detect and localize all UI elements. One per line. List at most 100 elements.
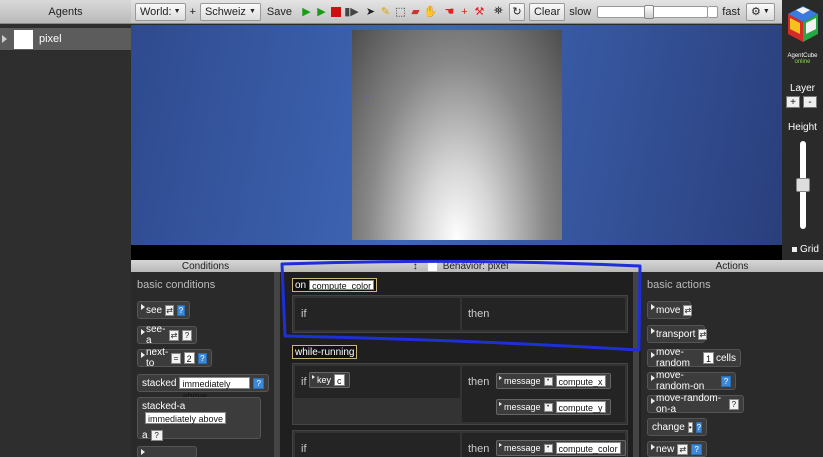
- action-transport[interactable]: transport ⇄: [647, 325, 708, 343]
- speed-slider[interactable]: [597, 4, 709, 19]
- toolbar: World: ▼ + Schweiz ▼ Save ▶ ▶ ▮▶ ➤ ✎ ⬚ ▰ ✋…: [131, 0, 782, 24]
- stop-icon[interactable]: [330, 4, 343, 20]
- pencil-icon[interactable]: ✎: [379, 4, 392, 20]
- agent-item-pixel[interactable]: pixel: [0, 28, 131, 50]
- condition-see-a[interactable]: see-a ⇄ ?: [137, 324, 197, 346]
- behavior-scrollbar[interactable]: [633, 272, 639, 457]
- arrows-icon[interactable]: ⇄: [683, 304, 693, 316]
- arrows-icon[interactable]: ⇄: [677, 443, 689, 455]
- move-random-cells[interactable]: 1: [702, 352, 714, 364]
- agent-picker-icon[interactable]: ?: [176, 304, 185, 316]
- step-forward-icon[interactable]: ▮▶: [344, 4, 359, 20]
- rule-3-then[interactable]: then message • compute_color: [462, 433, 626, 457]
- clear-button[interactable]: Clear: [528, 2, 566, 21]
- grid-checkbox[interactable]: [792, 247, 797, 252]
- condition-stacked-a[interactable]: stacked-a immediately above a ?: [137, 397, 261, 441]
- rule-2-if[interactable]: if key c: [295, 366, 460, 398]
- message-name[interactable]: compute_color: [555, 442, 621, 454]
- condition-next-to[interactable]: next-to = 2 ?: [137, 347, 212, 369]
- crosshair-icon[interactable]: +: [458, 4, 471, 20]
- speed-slider-ext[interactable]: [708, 5, 719, 18]
- next-to-count[interactable]: 2: [183, 352, 195, 364]
- drag-hand-icon[interactable]: ✋: [424, 4, 438, 20]
- action-change[interactable]: change • ?: [647, 418, 707, 436]
- arrow-cursor-icon[interactable]: ➤: [364, 4, 377, 20]
- action-move-random[interactable]: move-random 1 cells: [647, 347, 741, 369]
- method-label-compute-color[interactable]: on compute_color: [292, 278, 378, 292]
- arrows-icon[interactable]: ⇄: [165, 304, 174, 316]
- height-slider[interactable]: [796, 141, 810, 229]
- agentcube-app: Agents pixel World: ▼ + Schweiz ▼ Save ▶ ▶…: [0, 0, 823, 457]
- hand-point-icon[interactable]: ☚: [443, 4, 456, 20]
- action-move-random-on-a[interactable]: move-random-on-a ?: [647, 393, 744, 415]
- condition-key[interactable]: key c: [309, 372, 350, 388]
- condition-partial[interactable]: [137, 446, 197, 457]
- agent-picker-icon[interactable]: ?: [182, 329, 192, 341]
- world-board[interactable]: [352, 30, 562, 240]
- condition-stacked[interactable]: stacked immediately above ?: [137, 374, 269, 401]
- method-name-field[interactable]: compute_color: [309, 280, 375, 291]
- rule-2-then[interactable]: then message • compute_x message • compu…: [462, 366, 625, 422]
- speed-slider-knob[interactable]: [644, 4, 655, 19]
- message-name[interactable]: compute_x: [555, 375, 606, 387]
- step-back-icon[interactable]: ▶: [300, 4, 313, 20]
- world-name-select[interactable]: Schweiz ▼: [199, 2, 261, 21]
- layer-remove-button[interactable]: -: [803, 96, 817, 108]
- recipient-self-icon[interactable]: •: [543, 402, 553, 412]
- recipient-self-icon[interactable]: •: [543, 376, 553, 386]
- action-new[interactable]: new ⇄ ?: [647, 441, 707, 457]
- grid-toggle[interactable]: Grid: [792, 244, 819, 255]
- camera-icon[interactable]: ⛯: [492, 4, 505, 20]
- stacked-position[interactable]: immediately above: [179, 377, 251, 401]
- key-value[interactable]: c: [334, 374, 345, 386]
- recipient-self-icon[interactable]: •: [687, 421, 693, 433]
- equals-operator-icon[interactable]: =: [171, 352, 181, 364]
- world-menu-button[interactable]: World: ▼: [135, 2, 186, 21]
- agent-label: pixel: [39, 33, 62, 45]
- reset-icon[interactable]: ↻: [508, 2, 525, 21]
- layer-add-button[interactable]: +: [786, 96, 800, 108]
- agentcube-logo-icon: [788, 6, 818, 42]
- behavior-header: ↕ Behavior: pixel: [280, 260, 641, 272]
- agent-picker-icon[interactable]: ?: [197, 352, 207, 364]
- stamp-icon[interactable]: ⚒: [473, 4, 486, 20]
- agent-picker-icon[interactable]: ?: [720, 375, 731, 387]
- stacked-a-position[interactable]: immediately above: [145, 412, 227, 424]
- save-button[interactable]: Save: [267, 6, 292, 18]
- recipient-self-icon[interactable]: •: [543, 443, 553, 453]
- message-name[interactable]: compute_y: [555, 401, 606, 413]
- arrows-icon[interactable]: ⇄: [169, 329, 179, 341]
- action-message-compute-color[interactable]: message • compute_color: [496, 440, 626, 456]
- actions-section-title: basic actions: [647, 279, 711, 291]
- play-icon[interactable]: ▶: [315, 4, 328, 20]
- expand-arrow-icon[interactable]: [2, 35, 7, 43]
- action-move[interactable]: move ⇄: [647, 301, 693, 319]
- arrows-icon[interactable]: ⇄: [698, 328, 708, 340]
- action-move-random-on[interactable]: move-random-on ?: [647, 370, 736, 392]
- rule-1-then[interactable]: then: [462, 298, 625, 330]
- rule-1[interactable]: if then: [292, 295, 628, 333]
- eraser-icon[interactable]: ▰: [409, 4, 422, 20]
- rule-1-if[interactable]: if: [295, 298, 460, 330]
- action-message-compute-x[interactable]: message • compute_x: [496, 373, 611, 389]
- rule-2[interactable]: if key c then message • compute_x messag: [292, 363, 628, 425]
- agent-picker-icon[interactable]: ?: [695, 421, 703, 433]
- height-slider-knob[interactable]: [796, 178, 810, 192]
- resize-arrows-icon[interactable]: ↕: [413, 261, 418, 272]
- agents-header: Agents: [0, 0, 131, 24]
- add-world-button[interactable]: +: [190, 6, 196, 18]
- agent-picker-icon[interactable]: ?: [691, 443, 702, 455]
- condition-see[interactable]: see ⇄ ?: [137, 301, 190, 319]
- rule-3[interactable]: if then message • compute_color: [292, 430, 628, 457]
- agent-picker-icon[interactable]: ?: [150, 430, 163, 441]
- agent-picker-icon[interactable]: ?: [728, 398, 739, 410]
- marquee-select-icon[interactable]: ⬚: [394, 4, 407, 20]
- cursor-marker: [366, 96, 374, 104]
- agent-picker-icon[interactable]: ?: [253, 377, 264, 389]
- method-label-while-running[interactable]: while-running: [292, 345, 358, 359]
- actions-panel: Actions basic actions move ⇄ transport ⇄…: [641, 260, 823, 457]
- world-canvas[interactable]: [131, 25, 782, 245]
- rule-3-if[interactable]: if: [295, 433, 460, 457]
- action-message-compute-y[interactable]: message • compute_y: [496, 399, 611, 415]
- settings-gear-button[interactable]: ⚙ ▼: [746, 2, 775, 21]
